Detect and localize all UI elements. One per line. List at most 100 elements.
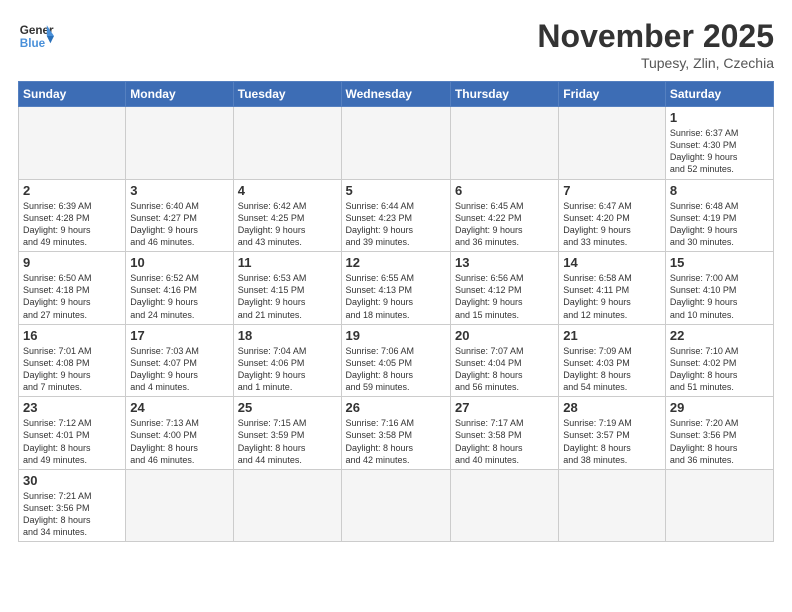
header: General Blue November 2025 Tupesy, Zlin,… [18, 18, 774, 71]
calendar-cell [665, 469, 773, 542]
week-row-0: 1 Sunrise: 6:37 AM Sunset: 4:30 PM Daylig… [19, 107, 774, 180]
day-info: Sunrise: 7:01 AM Sunset: 4:08 PM Dayligh… [23, 345, 121, 394]
calendar-cell: 18 Sunrise: 7:04 AM Sunset: 4:06 PM Dayli… [233, 324, 341, 397]
day-info: Sunrise: 6:55 AM Sunset: 4:13 PM Dayligh… [346, 272, 446, 321]
day-info: Sunrise: 7:04 AM Sunset: 4:06 PM Dayligh… [238, 345, 337, 394]
day-info: Sunrise: 6:39 AM Sunset: 4:28 PM Dayligh… [23, 200, 121, 249]
day-info: Sunrise: 6:50 AM Sunset: 4:18 PM Dayligh… [23, 272, 121, 321]
calendar-cell [559, 469, 666, 542]
day-info: Sunrise: 7:16 AM Sunset: 3:58 PM Dayligh… [346, 417, 446, 466]
calendar-cell [450, 469, 558, 542]
day-number: 15 [670, 255, 769, 270]
calendar-cell [233, 107, 341, 180]
day-info: Sunrise: 7:10 AM Sunset: 4:02 PM Dayligh… [670, 345, 769, 394]
calendar-cell: 19 Sunrise: 7:06 AM Sunset: 4:05 PM Dayli… [341, 324, 450, 397]
day-number: 7 [563, 183, 661, 198]
calendar-cell [19, 107, 126, 180]
day-number: 11 [238, 255, 337, 270]
day-info: Sunrise: 7:03 AM Sunset: 4:07 PM Dayligh… [130, 345, 228, 394]
calendar-cell [341, 107, 450, 180]
week-row-5: 30 Sunrise: 7:21 AM Sunset: 3:56 PM Dayli… [19, 469, 774, 542]
calendar-cell: 15 Sunrise: 7:00 AM Sunset: 4:10 PM Dayli… [665, 252, 773, 325]
location: Tupesy, Zlin, Czechia [537, 55, 774, 71]
calendar-table: SundayMondayTuesdayWednesdayThursdayFrid… [18, 81, 774, 542]
day-number: 18 [238, 328, 337, 343]
day-number: 28 [563, 400, 661, 415]
calendar-cell: 6Sunrise: 6:45 AM Sunset: 4:22 PM Daylig… [450, 179, 558, 252]
day-info: Sunrise: 7:07 AM Sunset: 4:04 PM Dayligh… [455, 345, 554, 394]
day-number: 12 [346, 255, 446, 270]
day-number: 13 [455, 255, 554, 270]
day-header-wednesday: Wednesday [341, 82, 450, 107]
calendar-cell: 13 Sunrise: 6:56 AM Sunset: 4:12 PM Dayli… [450, 252, 558, 325]
calendar-cell: 1 Sunrise: 6:37 AM Sunset: 4:30 PM Daylig… [665, 107, 773, 180]
day-number: 21 [563, 328, 661, 343]
calendar-cell: 26 Sunrise: 7:16 AM Sunset: 3:58 PM Dayli… [341, 397, 450, 470]
day-number: 16 [23, 328, 121, 343]
logo-icon: General Blue [18, 18, 54, 54]
day-number: 26 [346, 400, 446, 415]
day-number: 14 [563, 255, 661, 270]
day-header-tuesday: Tuesday [233, 82, 341, 107]
day-number: 27 [455, 400, 554, 415]
calendar-cell: 21 Sunrise: 7:09 AM Sunset: 4:03 PM Dayli… [559, 324, 666, 397]
calendar-cell: 22Sunrise: 7:10 AM Sunset: 4:02 PM Dayli… [665, 324, 773, 397]
calendar-cell: 30 Sunrise: 7:21 AM Sunset: 3:56 PM Dayli… [19, 469, 126, 542]
logo: General Blue [18, 18, 54, 54]
day-number: 3 [130, 183, 228, 198]
day-info: Sunrise: 7:00 AM Sunset: 4:10 PM Dayligh… [670, 272, 769, 321]
week-row-2: 9Sunrise: 6:50 AM Sunset: 4:18 PM Daylig… [19, 252, 774, 325]
calendar-cell: 29Sunrise: 7:20 AM Sunset: 3:56 PM Dayli… [665, 397, 773, 470]
week-row-1: 2 Sunrise: 6:39 AM Sunset: 4:28 PM Daylig… [19, 179, 774, 252]
day-number: 1 [670, 110, 769, 125]
calendar-cell: 28 Sunrise: 7:19 AM Sunset: 3:57 PM Dayli… [559, 397, 666, 470]
day-info: Sunrise: 7:06 AM Sunset: 4:05 PM Dayligh… [346, 345, 446, 394]
day-number: 23 [23, 400, 121, 415]
calendar-cell [450, 107, 558, 180]
day-info: Sunrise: 7:12 AM Sunset: 4:01 PM Dayligh… [23, 417, 121, 466]
day-info: Sunrise: 7:17 AM Sunset: 3:58 PM Dayligh… [455, 417, 554, 466]
week-row-3: 16 Sunrise: 7:01 AM Sunset: 4:08 PM Dayli… [19, 324, 774, 397]
day-number: 19 [346, 328, 446, 343]
calendar-cell: 2 Sunrise: 6:39 AM Sunset: 4:28 PM Daylig… [19, 179, 126, 252]
calendar-cell: 7Sunrise: 6:47 AM Sunset: 4:20 PM Daylig… [559, 179, 666, 252]
calendar-cell: 24 Sunrise: 7:13 AM Sunset: 4:00 PM Dayli… [126, 397, 233, 470]
day-number: 2 [23, 183, 121, 198]
calendar-cell: 17 Sunrise: 7:03 AM Sunset: 4:07 PM Dayli… [126, 324, 233, 397]
calendar-cell [126, 107, 233, 180]
day-number: 8 [670, 183, 769, 198]
calendar-cell [341, 469, 450, 542]
day-info: Sunrise: 7:09 AM Sunset: 4:03 PM Dayligh… [563, 345, 661, 394]
day-info: Sunrise: 6:53 AM Sunset: 4:15 PM Dayligh… [238, 272, 337, 321]
calendar-cell [559, 107, 666, 180]
calendar-cell: 16 Sunrise: 7:01 AM Sunset: 4:08 PM Dayli… [19, 324, 126, 397]
calendar-cell: 9Sunrise: 6:50 AM Sunset: 4:18 PM Daylig… [19, 252, 126, 325]
day-info: Sunrise: 7:13 AM Sunset: 4:00 PM Dayligh… [130, 417, 228, 466]
day-info: Sunrise: 6:37 AM Sunset: 4:30 PM Dayligh… [670, 127, 769, 176]
calendar-cell: 3Sunrise: 6:40 AM Sunset: 4:27 PM Daylig… [126, 179, 233, 252]
day-number: 24 [130, 400, 228, 415]
calendar-cell: 4Sunrise: 6:42 AM Sunset: 4:25 PM Daylig… [233, 179, 341, 252]
svg-text:Blue: Blue [20, 37, 46, 50]
day-number: 30 [23, 473, 121, 488]
day-number: 6 [455, 183, 554, 198]
calendar-cell: 25Sunrise: 7:15 AM Sunset: 3:59 PM Dayli… [233, 397, 341, 470]
calendar-cell: 11 Sunrise: 6:53 AM Sunset: 4:15 PM Dayli… [233, 252, 341, 325]
day-info: Sunrise: 6:52 AM Sunset: 4:16 PM Dayligh… [130, 272, 228, 321]
calendar-cell [126, 469, 233, 542]
day-number: 10 [130, 255, 228, 270]
day-header-friday: Friday [559, 82, 666, 107]
day-info: Sunrise: 7:19 AM Sunset: 3:57 PM Dayligh… [563, 417, 661, 466]
day-number: 17 [130, 328, 228, 343]
calendar-cell: 5Sunrise: 6:44 AM Sunset: 4:23 PM Daylig… [341, 179, 450, 252]
calendar-cell: 27 Sunrise: 7:17 AM Sunset: 3:58 PM Dayli… [450, 397, 558, 470]
day-info: Sunrise: 6:56 AM Sunset: 4:12 PM Dayligh… [455, 272, 554, 321]
calendar-header-row: SundayMondayTuesdayWednesdayThursdayFrid… [19, 82, 774, 107]
day-number: 29 [670, 400, 769, 415]
day-number: 20 [455, 328, 554, 343]
day-info: Sunrise: 6:42 AM Sunset: 4:25 PM Dayligh… [238, 200, 337, 249]
day-info: Sunrise: 7:21 AM Sunset: 3:56 PM Dayligh… [23, 490, 121, 539]
calendar-cell: 8Sunrise: 6:48 AM Sunset: 4:19 PM Daylig… [665, 179, 773, 252]
day-header-thursday: Thursday [450, 82, 558, 107]
calendar-cell: 14Sunrise: 6:58 AM Sunset: 4:11 PM Dayli… [559, 252, 666, 325]
